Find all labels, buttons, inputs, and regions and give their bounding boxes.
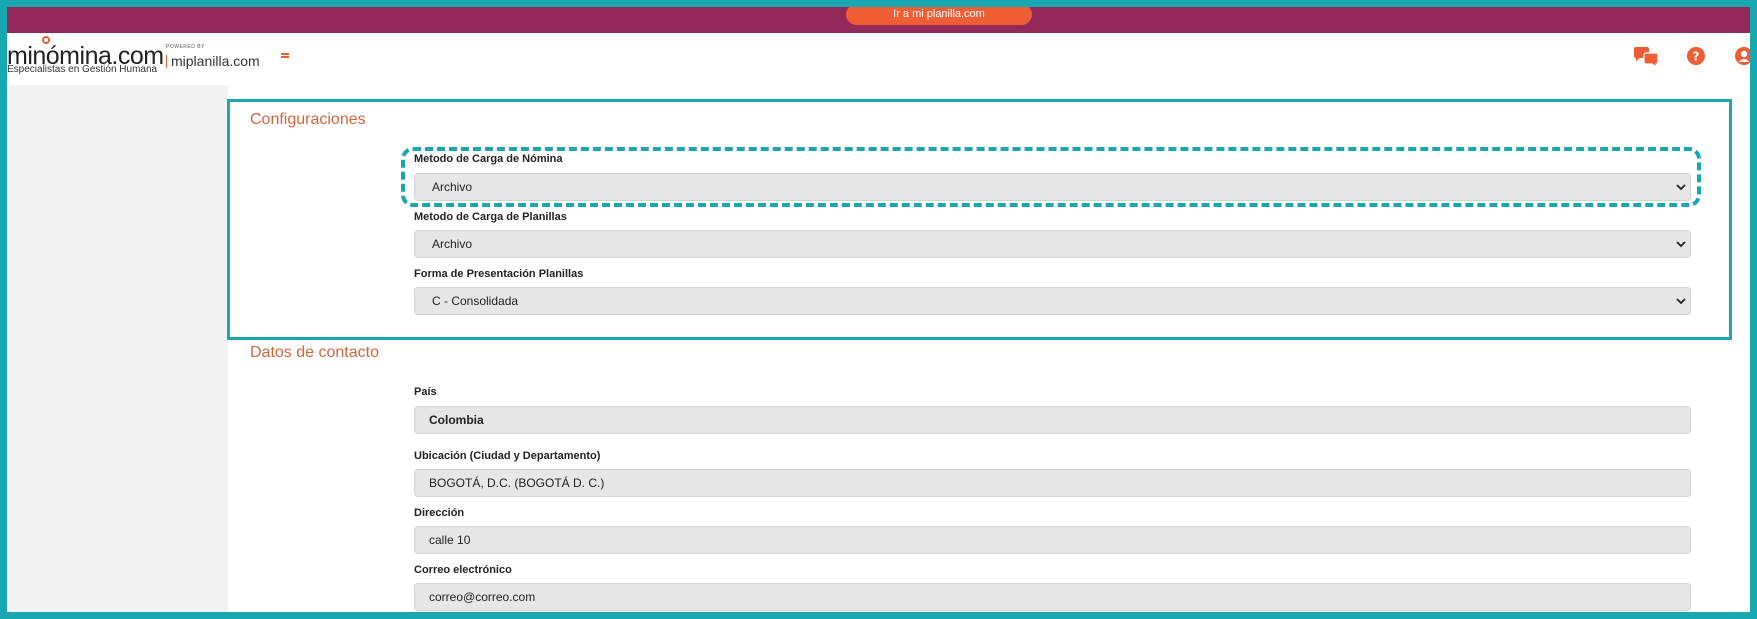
location-field[interactable]: BOGOTÁ, D.C. (BOGOTÁ D. C.) xyxy=(414,469,1691,497)
go-to-miplanilla-button[interactable]: Ir a mi planilla.com xyxy=(846,4,1032,25)
planillas-method-value: Archivo xyxy=(432,237,473,251)
svg-text:?: ? xyxy=(1693,50,1700,64)
app-header: minómina.com Especialistas en Gestión Hu… xyxy=(0,33,1757,85)
powered-by-label: POWERED BY xyxy=(166,44,205,50)
chevron-down-icon xyxy=(1676,184,1686,191)
top-banner: Ir a mi planilla.com xyxy=(0,0,1757,33)
contact-data-title: Datos de contacto xyxy=(250,344,379,361)
logo-tagline: Especialistas en Gestión Humana xyxy=(7,64,158,75)
email-field[interactable]: correo@correo.com xyxy=(414,583,1691,611)
country-field[interactable]: Colombia xyxy=(414,406,1691,434)
sidebar xyxy=(7,85,228,619)
help-icon[interactable]: ? xyxy=(1686,46,1706,71)
nomina-method-value: Archivo xyxy=(432,180,473,194)
configuraciones-title: Configuraciones xyxy=(250,111,366,128)
address-label: Dirección xyxy=(414,507,465,519)
presentation-form-label: Forma de Presentación Planillas xyxy=(414,268,584,280)
nomina-method-select[interactable]: Archivo xyxy=(414,173,1691,201)
chevron-down-icon xyxy=(1676,298,1686,305)
chat-icon[interactable] xyxy=(1632,46,1660,75)
country-label: País xyxy=(414,386,437,398)
email-label: Correo electrónico xyxy=(414,564,512,576)
partner-logo: miplanilla.com xyxy=(171,53,260,69)
chevron-down-icon xyxy=(1676,241,1686,248)
menu-icon[interactable] xyxy=(281,53,289,60)
presentation-form-select[interactable]: C - Consolidada xyxy=(414,287,1691,315)
planillas-method-select[interactable]: Archivo xyxy=(414,230,1691,258)
presentation-form-value: C - Consolidada xyxy=(432,294,519,308)
location-label: Ubicación (Ciudad y Departamento) xyxy=(414,450,601,462)
address-field[interactable]: calle 10 xyxy=(414,526,1691,554)
nomina-method-label: Metodo de Carga de Nómina xyxy=(414,153,563,165)
planillas-method-label: Metodo de Carga de Planillas xyxy=(414,211,567,223)
user-icon[interactable] xyxy=(1734,46,1754,71)
